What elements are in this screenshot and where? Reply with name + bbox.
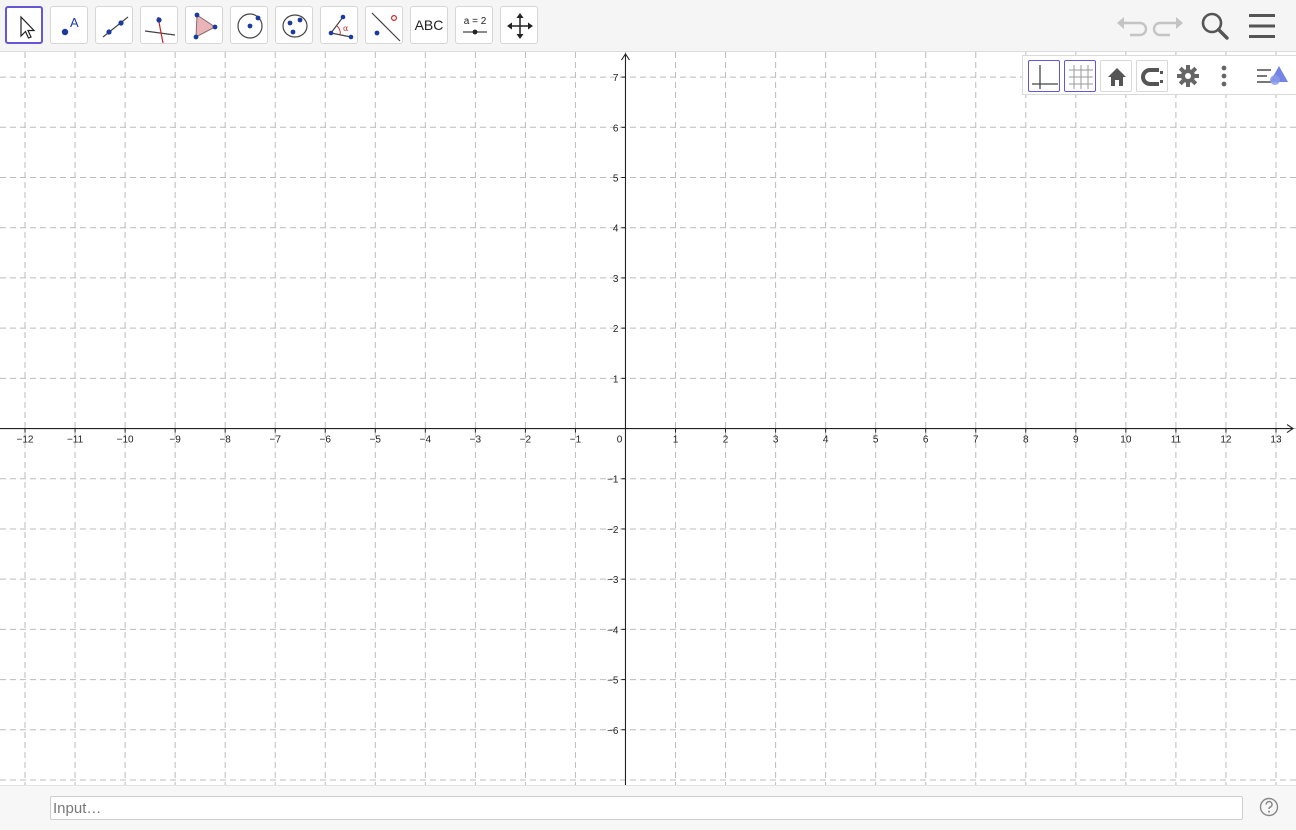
menu-icon <box>1249 14 1275 38</box>
x-tick-label: −8 <box>219 435 231 446</box>
line-icon <box>102 16 129 38</box>
x-tick-label: −4 <box>420 435 432 446</box>
y-tick-label: −3 <box>607 575 619 586</box>
slider-icon-label: a = 2 <box>464 16 487 27</box>
undo-button[interactable] <box>1112 6 1152 46</box>
x-tick-label: 6 <box>923 435 929 446</box>
input-bar <box>0 785 1296 830</box>
x-tick-label: −6 <box>320 435 332 446</box>
search-button[interactable] <box>1195 6 1235 46</box>
move-tool-button[interactable] <box>5 6 43 44</box>
reflect-tool-button[interactable] <box>365 6 403 44</box>
x-tick-label: 0 <box>617 435 623 446</box>
y-tick-label: −6 <box>607 726 619 737</box>
x-tick-label: −3 <box>470 435 482 446</box>
polygon-icon <box>193 12 218 40</box>
point-capturing-button[interactable] <box>1136 60 1168 92</box>
x-tick-label: −5 <box>370 435 382 446</box>
ellipse-icon <box>282 14 308 38</box>
angle-icon-label: α <box>343 24 349 33</box>
help-icon[interactable] <box>1259 797 1279 817</box>
y-tick-label: 6 <box>613 123 619 134</box>
axes <box>0 53 1294 785</box>
x-tick-label: 1 <box>673 435 679 446</box>
x-tick-label: 2 <box>723 435 729 446</box>
toggle-axes-button[interactable] <box>1028 60 1060 92</box>
y-tick-label: 7 <box>613 73 619 84</box>
perpendicular-line-tool-button[interactable] <box>140 6 178 44</box>
graphics-view[interactable]: −12 −11 −10 −9 −8 −7 −6 −5 −4 −3 −2 −1 0 1 2 3 4 5 6 7 8 9 10 1… <box>0 52 1296 785</box>
line-tool-button[interactable] <box>95 6 133 44</box>
algebra-view-toggle-button[interactable] <box>1255 60 1288 92</box>
x-tick-label: −7 <box>270 435 282 446</box>
circle-center-point-icon <box>237 13 263 39</box>
more-vert-icon <box>1221 65 1227 87</box>
x-tick-label: −10 <box>117 435 134 446</box>
slider-tool-button[interactable]: a = 2 <box>455 6 493 44</box>
graphics-settings-button[interactable] <box>1172 60 1204 92</box>
toolbar: A α ABC a = 2 <box>0 0 1296 52</box>
angle-icon: α <box>328 14 354 40</box>
main-menu-button[interactable] <box>1242 6 1282 46</box>
graphics-style-bar <box>1022 55 1296 95</box>
settings-icon <box>1177 65 1199 87</box>
x-tick-label: 8 <box>1023 435 1029 446</box>
slider-icon: a = 2 <box>463 16 487 35</box>
move-graphics-view-tool-button[interactable] <box>500 6 538 44</box>
x-tick-label: 5 <box>873 435 879 446</box>
x-tick-label: −11 <box>67 435 84 446</box>
grid <box>0 52 1296 785</box>
point-icon: A <box>61 15 79 36</box>
y-tick-label: 3 <box>613 274 619 285</box>
cursor-arrow-icon <box>20 15 36 39</box>
x-tick-label: −9 <box>169 435 181 446</box>
point-icon-label: A <box>70 15 79 30</box>
y-tick-label: 4 <box>613 224 619 235</box>
toggle-grid-button[interactable] <box>1064 60 1096 92</box>
grid-toggle-icon <box>1069 65 1093 89</box>
y-tick-label: 2 <box>613 324 619 335</box>
redo-icon <box>1152 17 1183 37</box>
y-tick-label: −5 <box>607 676 619 687</box>
coordinate-plane[interactable]: −12 −11 −10 −9 −8 −7 −6 −5 −4 −3 −2 −1 0 1 2 3 4 5 6 7 8 9 10 1… <box>0 52 1296 785</box>
x-tick-label: 9 <box>1073 435 1079 446</box>
x-tick-label: −12 <box>17 435 34 446</box>
angle-tool-button[interactable]: α <box>320 6 358 44</box>
y-tick-label: 1 <box>613 374 619 385</box>
reflect-about-line-icon <box>371 12 401 42</box>
y-tick-label: 5 <box>613 174 619 185</box>
x-tick-label: 4 <box>823 435 829 446</box>
point-capturing-icon <box>1141 68 1163 86</box>
x-tick-label: 10 <box>1120 435 1132 446</box>
x-tick-label: −2 <box>520 435 532 446</box>
algebra-view-toggle-icon <box>1257 66 1288 85</box>
undo-icon <box>1117 17 1148 37</box>
standard-view-button[interactable] <box>1100 60 1132 92</box>
redo-button[interactable] <box>1148 6 1188 46</box>
x-tick-label: 11 <box>1171 435 1182 446</box>
home-icon <box>1108 68 1126 86</box>
x-tick-label: 12 <box>1220 435 1232 446</box>
circle-tool-button[interactable] <box>230 6 268 44</box>
x-tick-label: −1 <box>570 435 582 446</box>
axes-toggle-icon <box>1032 65 1058 89</box>
x-tick-label: 3 <box>773 435 779 446</box>
y-tick-label: −4 <box>607 625 619 636</box>
move-view-arrows-icon <box>507 13 533 39</box>
x-tick-label: 7 <box>973 435 979 446</box>
text-tool-button[interactable]: ABC <box>410 6 448 44</box>
tick-labels: −12 −11 −10 −9 −8 −7 −6 −5 −4 −3 −2 −1 0 1 2 3 4 5 6 7 8 9 10 1… <box>17 73 1282 737</box>
text-tool-label: ABC <box>414 17 444 33</box>
y-tick-label: −1 <box>607 475 619 486</box>
point-tool-button[interactable]: A <box>50 6 88 44</box>
algebra-input-field[interactable] <box>50 796 1243 820</box>
perpendicular-line-icon <box>144 16 176 44</box>
x-tick-label: 13 <box>1270 435 1282 446</box>
search-icon <box>1201 12 1229 40</box>
more-options-button[interactable] <box>1208 60 1240 92</box>
ellipse-tool-button[interactable] <box>275 6 313 44</box>
y-tick-label: −2 <box>607 525 619 536</box>
polygon-tool-button[interactable] <box>185 6 223 44</box>
